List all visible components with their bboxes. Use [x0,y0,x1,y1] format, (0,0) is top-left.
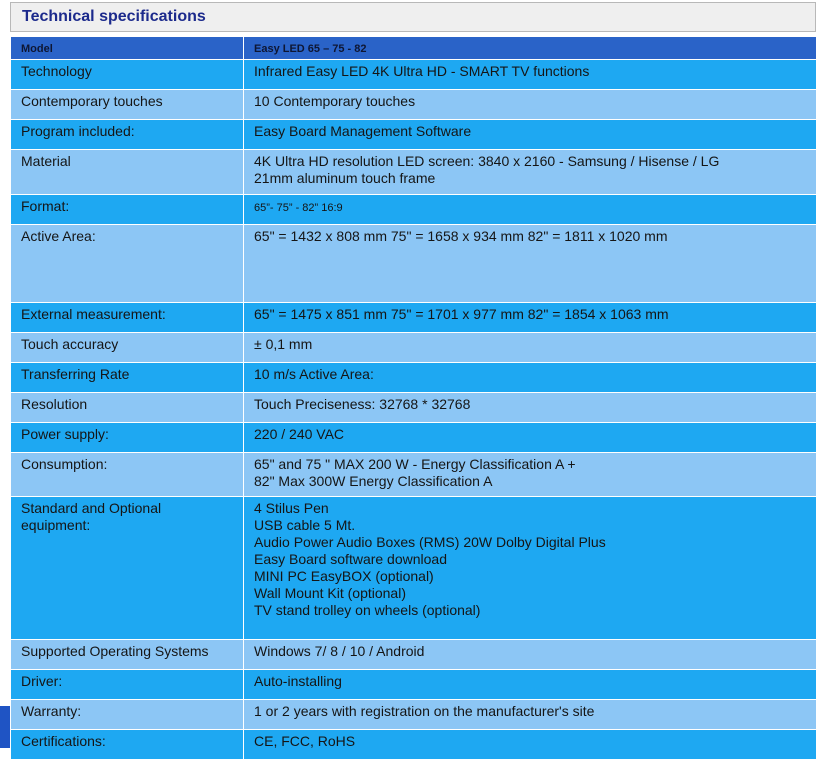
spec-label: Consumption: [10,452,244,497]
spec-value: Windows 7/ 8 / 10 / Android [243,639,817,670]
spec-row-transfer: Transferring Rate 10 m/s Active Area: [10,362,817,393]
spec-sheet: Technical specifications Model Easy LED … [10,2,817,760]
spec-label: Contemporary touches [10,89,244,120]
section-title: Technical specifications [10,2,816,32]
spec-value: Infrared Easy LED 4K Ultra HD - SMART TV… [243,59,817,90]
spec-row-driver: Driver: Auto-installing [10,669,817,700]
spec-label: Warranty: [10,699,244,730]
spec-row-certifications: Certifications: CE, FCC, RoHS [10,729,817,760]
spec-row-equipment: Standard and Optional equipment: 4 Stilu… [10,496,817,640]
spec-value: 10 Contemporary touches [243,89,817,120]
spec-row-program: Program included: Easy Board Management … [10,119,817,150]
spec-label: Driver: [10,669,244,700]
header-value: Easy LED 65 – 75 - 82 [243,36,817,60]
spec-value: Auto-installing [243,669,817,700]
left-edge-marker [0,706,10,748]
spec-label: Resolution [10,392,244,423]
spec-table: Model Easy LED 65 – 75 - 82 Technology I… [10,36,817,760]
spec-row-warranty: Warranty: 1 or 2 years with registration… [10,699,817,730]
spec-row-consumption: Consumption: 65" and 75 " MAX 200 W - En… [10,452,817,497]
spec-value: 65" = 1432 x 808 mm 75" = 1658 x 934 mm … [243,224,817,303]
spec-row-technology: Technology Infrared Easy LED 4K Ultra HD… [10,59,817,90]
spec-label: Technology [10,59,244,90]
spec-label: Program included: [10,119,244,150]
spec-value: ± 0,1 mm [243,332,817,363]
spec-label: Active Area: [10,224,244,303]
spec-row-resolution: Resolution Touch Preciseness: 32768 * 32… [10,392,817,423]
spec-value: 4K Ultra HD resolution LED screen: 3840 … [243,149,817,195]
spec-row-material: Material 4K Ultra HD resolution LED scre… [10,149,817,195]
spec-value: Touch Preciseness: 32768 * 32768 [243,392,817,423]
header-label: Model [10,36,244,60]
spec-label: Standard and Optional equipment: [10,496,244,640]
spec-label: Supported Operating Systems [10,639,244,670]
table-header-row: Model Easy LED 65 – 75 - 82 [10,36,817,60]
spec-value: 4 Stilus Pen USB cable 5 Mt. Audio Power… [243,496,817,640]
spec-label: Power supply: [10,422,244,453]
spec-label: Format: [10,194,244,225]
spec-value: 10 m/s Active Area: [243,362,817,393]
spec-value: 220 / 240 VAC [243,422,817,453]
spec-row-active-area: Active Area: 65" = 1432 x 808 mm 75" = 1… [10,224,817,303]
spec-value: 65”- 75” - 82” 16:9 [243,194,817,225]
spec-value: 65" = 1475 x 851 mm 75" = 1701 x 977 mm … [243,302,817,333]
spec-label: External measurement: [10,302,244,333]
spec-label: Transferring Rate [10,362,244,393]
spec-row-format: Format: 65”- 75” - 82” 16:9 [10,194,817,225]
spec-value: 65" and 75 " MAX 200 W - Energy Classifi… [243,452,817,497]
spec-value: CE, FCC, RoHS [243,729,817,760]
spec-label: Certifications: [10,729,244,760]
spec-value: Easy Board Management Software [243,119,817,150]
spec-value: 1 or 2 years with registration on the ma… [243,699,817,730]
spec-row-touches: Contemporary touches 10 Contemporary tou… [10,89,817,120]
spec-row-accuracy: Touch accuracy ± 0,1 mm [10,332,817,363]
spec-label: Touch accuracy [10,332,244,363]
spec-row-power: Power supply: 220 / 240 VAC [10,422,817,453]
spec-row-os: Supported Operating Systems Windows 7/ 8… [10,639,817,670]
spec-label: Material [10,149,244,195]
spec-row-external: External measurement: 65" = 1475 x 851 m… [10,302,817,333]
